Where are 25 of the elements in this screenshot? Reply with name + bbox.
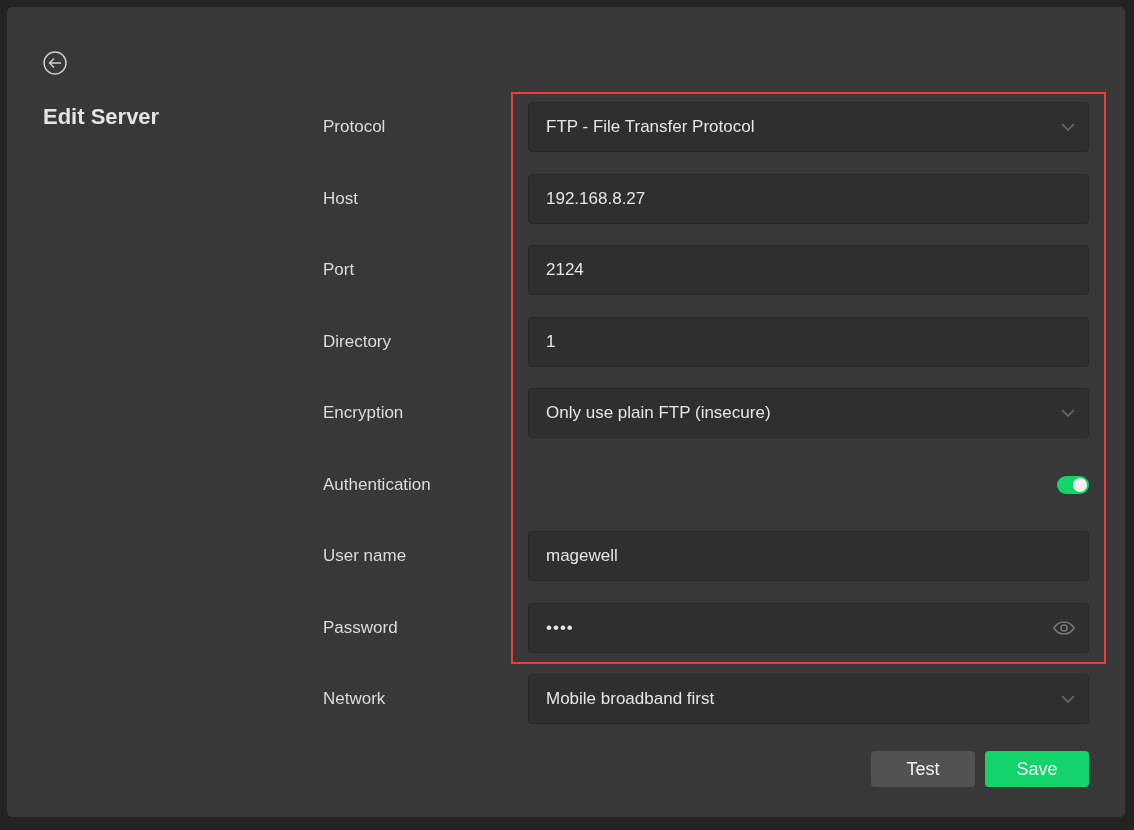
field-label: Authentication — [323, 474, 432, 495]
dropdown-field[interactable]: Only use plain FTP (insecure) — [528, 388, 1089, 438]
input-field[interactable]: 2124 — [528, 245, 1089, 295]
chevron-down-icon — [1061, 695, 1075, 703]
input-field[interactable]: magewell — [528, 531, 1089, 581]
input-field[interactable]: 192.168.8.27 — [528, 173, 1089, 224]
chevron-down-icon — [1061, 123, 1075, 131]
back-icon[interactable] — [43, 51, 67, 75]
eye-icon[interactable] — [1053, 620, 1075, 635]
field-label: Host — [323, 188, 359, 209]
input-field[interactable]: 1 — [528, 316, 1089, 367]
field-label: Directory — [323, 331, 392, 352]
toggle-switch[interactable] — [1057, 475, 1089, 494]
password-field[interactable]: •••• — [528, 602, 1089, 653]
field-label: Encryption — [323, 403, 405, 423]
chevron-down-icon — [1061, 409, 1075, 417]
field-label: Password — [323, 617, 399, 638]
field-label: Network — [323, 689, 387, 709]
dropdown-field[interactable]: FTP - File Transfer Protocol — [528, 102, 1089, 152]
dropdown-field[interactable]: Mobile broadband first — [528, 674, 1089, 724]
test-button[interactable]: Test — [871, 751, 975, 787]
field-label: User name — [323, 546, 408, 566]
page-title: Edit Server — [43, 103, 161, 131]
field-label: Port — [323, 260, 356, 280]
field-label: Protocol — [323, 117, 387, 137]
